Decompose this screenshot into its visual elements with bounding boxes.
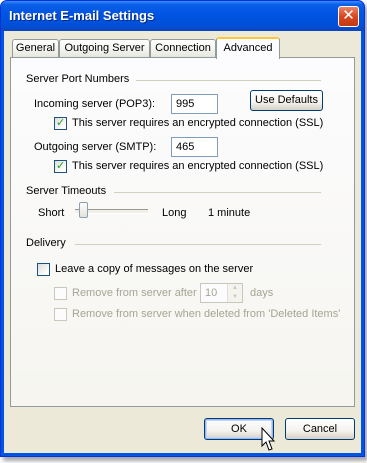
leave-copy-label: Leave a copy of messages on the server — [55, 263, 254, 275]
dialog-window: Internet E-mail Settings ✕ General Outgo… — [0, 0, 365, 457]
incoming-ssl-checkbox[interactable]: ✓ — [54, 117, 67, 130]
incoming-ssl-label: This server requires an encrypted connec… — [72, 117, 324, 129]
tab-advanced[interactable]: Advanced — [216, 37, 280, 59]
outgoing-ssl-label: This server requires an encrypted connec… — [72, 160, 324, 172]
days-spinner[interactable]: ▲ ▼ — [227, 284, 242, 302]
server-port-numbers-heading: Server Port Numbers — [26, 73, 130, 85]
remove-after-label: Remove from server after — [72, 287, 197, 299]
outgoing-ssl-checkbox[interactable]: ✓ — [54, 160, 67, 173]
leave-copy-checkbox[interactable] — [37, 263, 50, 276]
tab-general[interactable]: General — [12, 39, 59, 57]
window-title: Internet E-mail Settings — [9, 8, 155, 23]
remove-after-checkbox[interactable] — [54, 287, 67, 300]
remove-deleted-label: Remove from server when deleted from 'De… — [72, 308, 341, 320]
outgoing-port-input[interactable]: 465 — [171, 137, 218, 157]
checkmark-icon: ✓ — [56, 117, 66, 129]
timeout-value: 1 minute — [208, 207, 251, 219]
timeout-slider-thumb[interactable] — [79, 202, 89, 218]
days-label: days — [250, 287, 274, 299]
use-defaults-button[interactable]: Use Defaults — [250, 90, 323, 111]
incoming-server-label: Incoming server (POP3): — [34, 98, 156, 110]
remove-deleted-checkbox[interactable] — [54, 308, 67, 321]
incoming-port-input[interactable]: 995 — [171, 94, 218, 114]
server-timeouts-heading: Server Timeouts — [26, 185, 107, 197]
outgoing-server-label: Outgoing server (SMTP): — [34, 141, 157, 153]
tab-connection[interactable]: Connection — [150, 39, 216, 57]
advanced-tab-panel: Server Port Numbers Incoming server (POP… — [10, 57, 355, 407]
close-button[interactable]: ✕ — [338, 6, 359, 27]
group-divider — [75, 244, 321, 245]
mouse-cursor-icon — [261, 427, 276, 451]
spin-up-icon[interactable]: ▲ — [228, 284, 242, 293]
delivery-heading: Delivery — [26, 237, 66, 249]
timeout-short-label: Short — [38, 207, 65, 219]
tab-outgoing-server[interactable]: Outgoing Server — [59, 39, 150, 57]
checkmark-icon: ✓ — [56, 160, 66, 172]
group-divider — [136, 80, 321, 81]
close-icon: ✕ — [342, 7, 355, 24]
timeout-long-label: Long — [162, 207, 187, 219]
title-bar[interactable]: Internet E-mail Settings ✕ — [1, 1, 364, 31]
group-divider — [114, 192, 321, 193]
dialog-body: General Outgoing Server Connection Advan… — [4, 31, 361, 453]
spin-down-icon[interactable]: ▼ — [228, 293, 242, 302]
cancel-button[interactable]: Cancel — [285, 418, 355, 440]
